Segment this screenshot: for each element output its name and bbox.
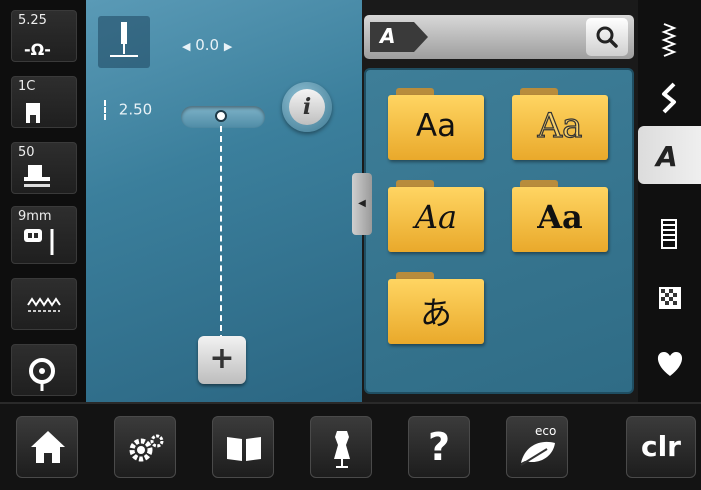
clear-label: clr <box>640 430 681 463</box>
alphabet-icon: A <box>654 140 678 173</box>
font-folder-gothic[interactable]: Aa <box>512 180 608 252</box>
width-decrease-arrow-icon[interactable]: ◀ <box>182 40 190 53</box>
stitch-counter-button[interactable]: 5.25 -Ω- <box>11 10 77 62</box>
stitch-preview-line <box>220 126 222 341</box>
decorative-stitch-icon <box>662 82 676 114</box>
font-sample: Aa <box>415 108 457 144</box>
needle-size-button[interactable]: 9mm <box>11 206 77 264</box>
font-folder-script[interactable]: Aa <box>388 180 484 252</box>
search-button[interactable] <box>586 18 628 56</box>
font-folder-outline[interactable]: Aa <box>512 88 608 160</box>
thread-tension-button[interactable]: 1C <box>11 76 77 128</box>
tab-personal-program[interactable] <box>640 338 698 386</box>
font-folder-block[interactable]: Aa <box>388 88 484 160</box>
width-increase-arrow-icon[interactable]: ▶ <box>224 40 232 53</box>
font-sample: Aa <box>414 198 458 236</box>
feed-dog-icon <box>24 165 50 187</box>
clear-button[interactable]: clr <box>626 416 696 478</box>
presser-foot-icon: -Ω- <box>24 40 51 59</box>
needle-plate-icon <box>24 229 54 255</box>
help-icon: ? <box>427 425 451 469</box>
category-tabs: A <box>638 0 701 402</box>
zigzag-stitch-icon <box>27 297 61 312</box>
tutorial-button[interactable] <box>212 416 274 478</box>
font-sample: あ <box>419 294 452 332</box>
needle-position-button[interactable] <box>98 16 150 68</box>
bobbin-icon <box>29 358 55 391</box>
help-button[interactable]: ? <box>408 416 470 478</box>
gear-icon <box>129 434 164 462</box>
info-icon: i <box>289 89 325 125</box>
info-button[interactable]: i <box>282 82 332 132</box>
font-sample: Aa <box>537 198 583 236</box>
add-button[interactable]: + <box>198 336 246 384</box>
eco-button[interactable]: eco <box>506 416 568 478</box>
home-icon <box>31 431 65 463</box>
chevron-left-icon: ◀ <box>358 198 366 209</box>
bottom-toolbar: ? eco clr <box>0 402 701 490</box>
font-grid: Aa Aa Aa Aa あ <box>364 68 634 394</box>
stitch-length-slider[interactable] <box>181 106 265 128</box>
dress-form-icon <box>334 431 350 468</box>
svg-text:-Ω-: -Ω- <box>24 40 51 59</box>
font-folder-japanese[interactable]: あ <box>388 272 484 344</box>
font-sample: Aa <box>537 105 583 146</box>
stitch-length-display: 2.50 <box>104 100 152 120</box>
breadcrumb-arrow-icon <box>370 22 428 52</box>
sewing-consultant-button[interactable] <box>310 416 372 478</box>
tab-quilt-stitches[interactable] <box>640 274 698 322</box>
slider-knob[interactable] <box>215 110 227 122</box>
alphabet-tab-letter: A <box>654 140 678 173</box>
stitch-editor-area: ◀ 0.0 ▶ 2.50 i + <box>86 0 362 402</box>
bobbin-button[interactable] <box>11 344 77 396</box>
home-button[interactable] <box>16 416 78 478</box>
stitch-pattern-button[interactable] <box>11 278 77 330</box>
alphabet-tab-label: A <box>380 24 396 48</box>
status-column: 5.25 -Ω- 1C 50 9mm <box>0 0 86 402</box>
dashed-length-icon <box>104 100 108 120</box>
leaf-icon <box>520 441 555 466</box>
tab-decorative-stitches[interactable] <box>640 74 698 122</box>
practical-stitch-icon <box>661 23 677 57</box>
book-icon <box>227 437 261 461</box>
tab-practical-stitches[interactable] <box>640 16 698 64</box>
buttonhole-icon <box>661 219 677 249</box>
collapse-panel-handle[interactable]: ◀ <box>352 173 372 235</box>
stitch-length-value: 2.50 <box>118 100 153 119</box>
heart-icon <box>657 352 683 376</box>
search-icon <box>596 26 618 48</box>
panel-header: A <box>364 15 634 59</box>
presser-foot-type-icon <box>26 103 40 123</box>
alphabet-panel: A Aa Aa Aa Aa あ <box>362 0 638 402</box>
needle-icon <box>110 22 138 57</box>
quilt-stitch-icon <box>659 287 681 309</box>
stitch-width-display[interactable]: ◀ 0.0 ▶ <box>182 36 232 54</box>
setup-button[interactable] <box>114 416 176 478</box>
presser-pressure-button[interactable]: 50 <box>11 142 77 194</box>
stitch-width-value: 0.0 <box>195 36 220 54</box>
tab-alphabets[interactable]: A <box>638 126 701 184</box>
plus-icon: + <box>209 341 235 376</box>
tab-buttonholes[interactable] <box>640 210 698 258</box>
alphabet-breadcrumb[interactable]: A <box>370 22 428 52</box>
